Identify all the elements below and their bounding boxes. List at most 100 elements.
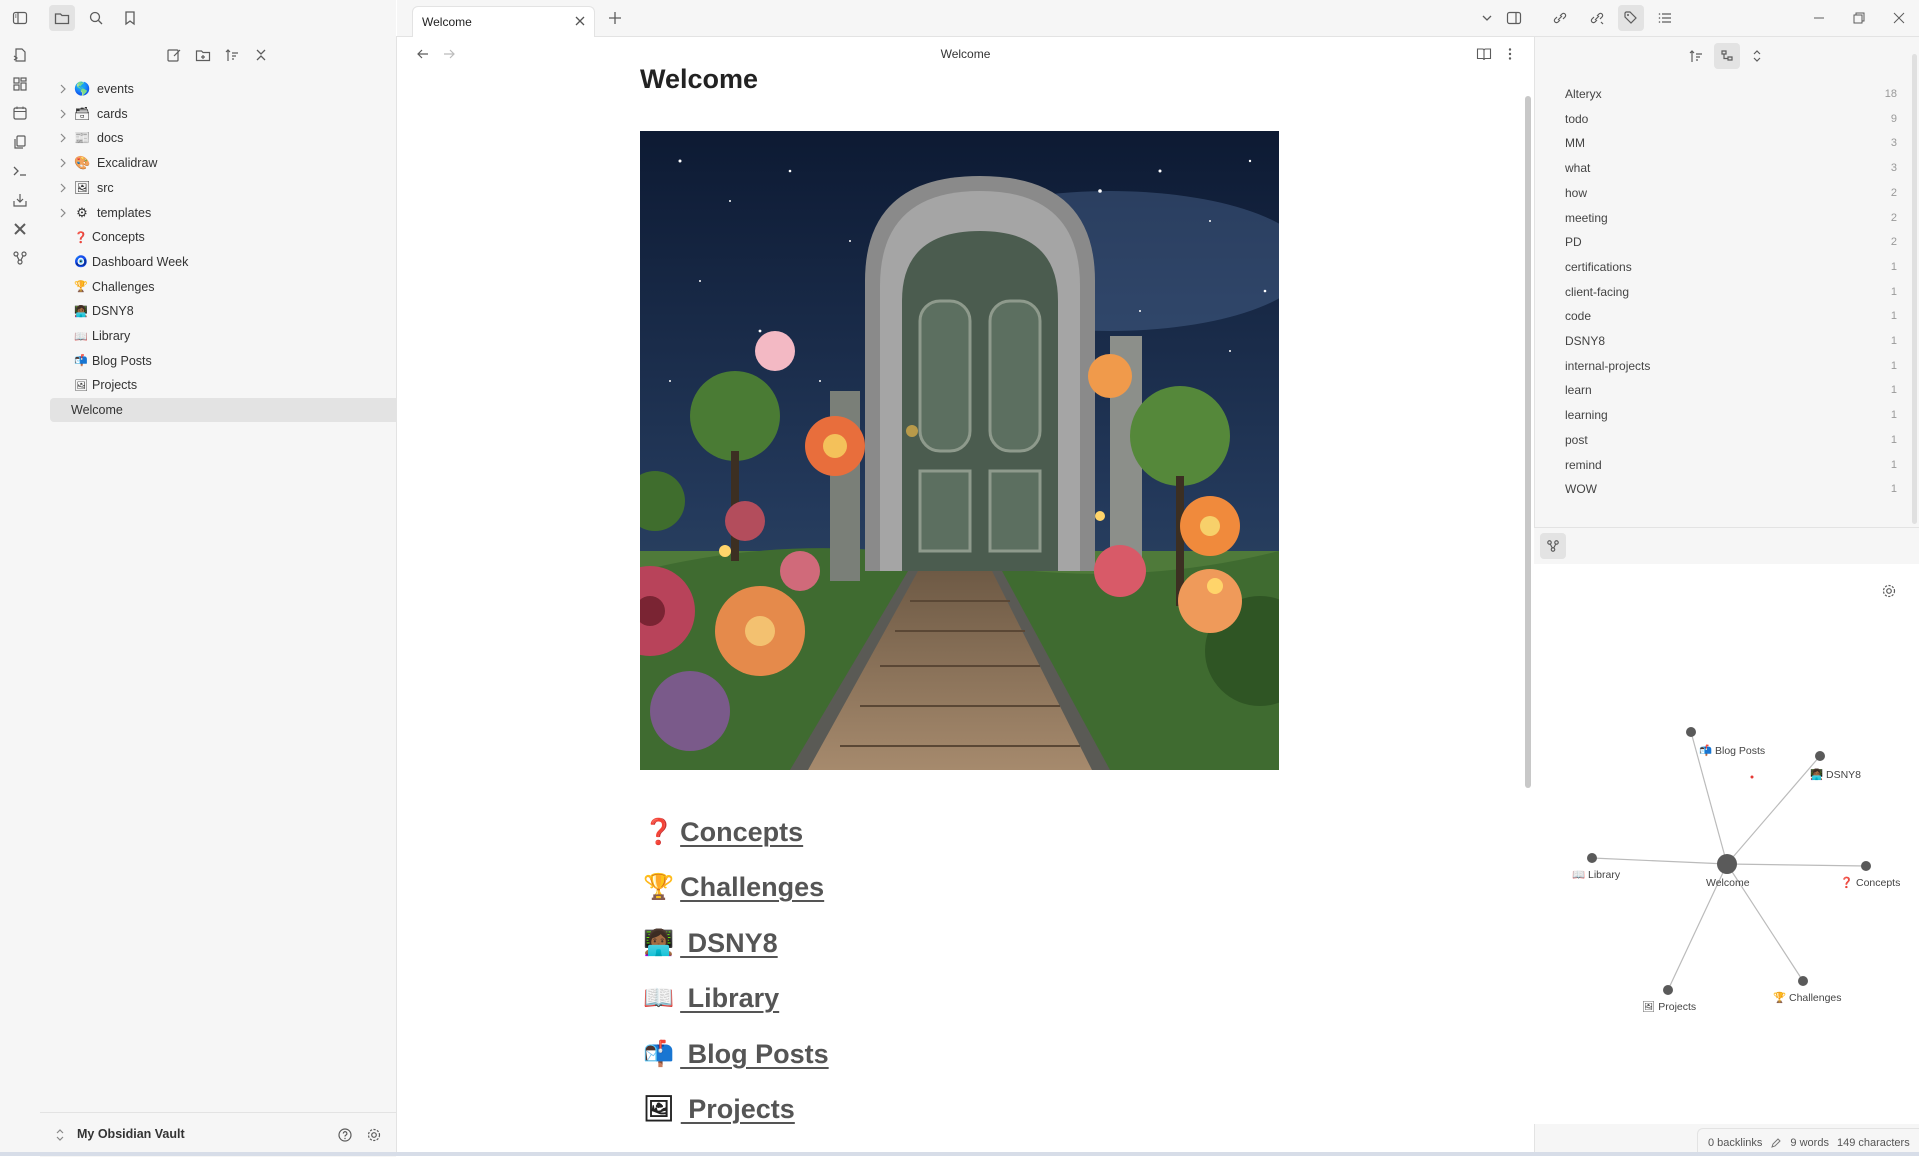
tag-item[interactable]: MM 3 [1565, 131, 1897, 155]
tag-item[interactable]: learn 1 [1565, 378, 1897, 402]
close-window-icon[interactable] [1886, 5, 1912, 31]
tag-item[interactable]: learning 1 [1565, 403, 1897, 427]
folder-item[interactable]: ⚙ templates [50, 201, 386, 225]
tag-item[interactable]: Alteryx 18 [1565, 82, 1897, 106]
help-icon[interactable] [332, 1122, 358, 1148]
tag-item[interactable]: client-facing 1 [1565, 280, 1897, 304]
toggle-left-sidebar-icon[interactable] [9, 7, 31, 29]
file-item[interactable]: 🏆 Challenges [50, 275, 386, 299]
vault-name[interactable]: My Obsidian Vault [77, 1127, 185, 1141]
outline-list-icon[interactable] [1652, 5, 1678, 31]
files-folder-icon[interactable] [49, 5, 75, 31]
tag-item[interactable]: code 1 [1565, 304, 1897, 328]
close-tab-icon[interactable] [574, 15, 586, 27]
tab-list-chevron-icon[interactable] [1474, 5, 1500, 31]
minimize-icon[interactable] [1806, 5, 1832, 31]
internal-link[interactable]: 📖 Library [643, 979, 779, 1019]
internal-link[interactable]: 🏆 Challenges [643, 868, 824, 908]
templates-icon[interactable] [9, 131, 31, 153]
import-icon[interactable] [9, 189, 31, 211]
graph-canvas[interactable]: 📬 Blog Posts 👩🏾‍💻 DSNY8 📖 Library ❓ Concept… [1534, 564, 1919, 1124]
chevron-right-icon[interactable] [56, 131, 70, 145]
internal-link[interactable]: ❓ Concepts [643, 812, 803, 852]
graph-node[interactable] [1861, 861, 1871, 871]
open-quick-switcher-icon[interactable] [9, 44, 31, 66]
folder-item[interactable]: 🖼 src [50, 176, 386, 200]
canvas-icon[interactable] [9, 73, 31, 95]
backlinks-icon[interactable] [1547, 5, 1573, 31]
tag-item[interactable]: remind 1 [1565, 453, 1897, 477]
editor-scrollbar[interactable] [1525, 96, 1531, 788]
folder-item[interactable]: 🗃 cards [50, 102, 386, 126]
more-options-icon[interactable] [1497, 41, 1523, 67]
excalidraw-icon[interactable] [9, 218, 31, 240]
calendar-icon[interactable] [9, 102, 31, 124]
outgoing-links-icon[interactable] [1584, 5, 1610, 31]
link-text[interactable]: Blog Posts [680, 1039, 829, 1070]
link-text[interactable]: Projects [681, 1094, 795, 1125]
vault-switch-icon[interactable] [54, 1127, 66, 1143]
chevron-right-icon[interactable] [56, 181, 70, 195]
vault-switcher[interactable]: My Obsidian Vault [40, 1112, 396, 1157]
nested-tags-icon[interactable] [1714, 43, 1740, 69]
sort-order-icon[interactable] [219, 42, 245, 68]
graph-node[interactable] [1663, 985, 1673, 995]
tab-welcome[interactable]: Welcome [412, 6, 595, 38]
folder-item[interactable]: 📰 docs [50, 126, 386, 150]
new-note-icon[interactable] [161, 42, 187, 68]
tag-item[interactable]: how 2 [1565, 181, 1897, 205]
file-item[interactable]: 🧿 Dashboard Week [50, 250, 386, 274]
terminal-icon[interactable] [9, 160, 31, 182]
search-icon[interactable] [83, 5, 109, 31]
internal-link[interactable]: 🖼 Projects [643, 1090, 795, 1130]
toggle-right-sidebar-icon[interactable] [1501, 5, 1527, 31]
bookmark-icon[interactable] [117, 5, 143, 31]
edit-pencil-icon[interactable] [1770, 1137, 1782, 1149]
link-text[interactable]: Library [680, 983, 780, 1014]
graph-node[interactable] [1815, 751, 1825, 761]
tag-item[interactable]: what 3 [1565, 156, 1897, 180]
graph-view-icon[interactable] [9, 247, 31, 269]
link-text[interactable]: Concepts [680, 817, 803, 848]
chevron-right-icon[interactable] [56, 107, 70, 121]
new-folder-icon[interactable] [190, 42, 216, 68]
reading-view-book-icon[interactable] [1471, 41, 1497, 67]
tag-item[interactable]: todo 9 [1565, 107, 1897, 131]
tags-scrollbar[interactable] [1912, 54, 1917, 524]
tags-icon[interactable] [1618, 5, 1644, 31]
restore-window-icon[interactable] [1846, 5, 1872, 31]
tag-item[interactable]: meeting 2 [1565, 206, 1897, 230]
collapse-all-icon[interactable] [248, 42, 274, 68]
local-graph-icon[interactable] [1540, 533, 1566, 559]
file-item[interactable]: ❓ Concepts [50, 225, 386, 249]
new-tab-icon[interactable] [602, 5, 628, 31]
settings-gear-icon[interactable] [361, 1122, 387, 1148]
file-item[interactable]: 📬 Blog Posts [50, 349, 386, 373]
backlinks-count[interactable]: 0 backlinks [1708, 1137, 1762, 1149]
file-item[interactable]: 📖 Library [50, 324, 386, 348]
folder-item[interactable]: 🌎 events [50, 77, 386, 101]
internal-link[interactable]: 👩🏾‍💻 DSNY8 [643, 923, 778, 963]
tag-item[interactable]: WOW 1 [1565, 477, 1897, 501]
link-text[interactable]: DSNY8 [680, 928, 778, 959]
chevron-right-icon[interactable] [56, 156, 70, 170]
view-title[interactable]: Welcome [397, 47, 1534, 61]
file-item[interactable]: Welcome [50, 398, 407, 423]
folder-item[interactable]: 🎨 Excalidraw [50, 151, 386, 175]
link-text[interactable]: Challenges [680, 872, 824, 903]
tag-item[interactable]: certifications 1 [1565, 255, 1897, 279]
tag-item[interactable]: post 1 [1565, 428, 1897, 452]
graph-node[interactable] [1587, 853, 1597, 863]
tag-item[interactable]: PD 2 [1565, 230, 1897, 254]
file-item[interactable]: 👩🏾‍💻 DSNY8 [50, 299, 386, 323]
expand-collapse-icon[interactable] [1744, 43, 1770, 69]
graph-node[interactable] [1798, 976, 1808, 986]
tag-sort-icon[interactable] [1683, 43, 1709, 69]
chevron-right-icon[interactable] [56, 206, 70, 220]
internal-link[interactable]: 📬 Blog Posts [643, 1034, 829, 1074]
tag-item[interactable]: internal-projects 1 [1565, 354, 1897, 378]
file-item[interactable]: 🖼 Projects [50, 373, 386, 397]
chevron-right-icon[interactable] [56, 82, 70, 96]
graph-node[interactable] [1686, 727, 1696, 737]
tag-item[interactable]: DSNY8 1 [1565, 329, 1897, 353]
